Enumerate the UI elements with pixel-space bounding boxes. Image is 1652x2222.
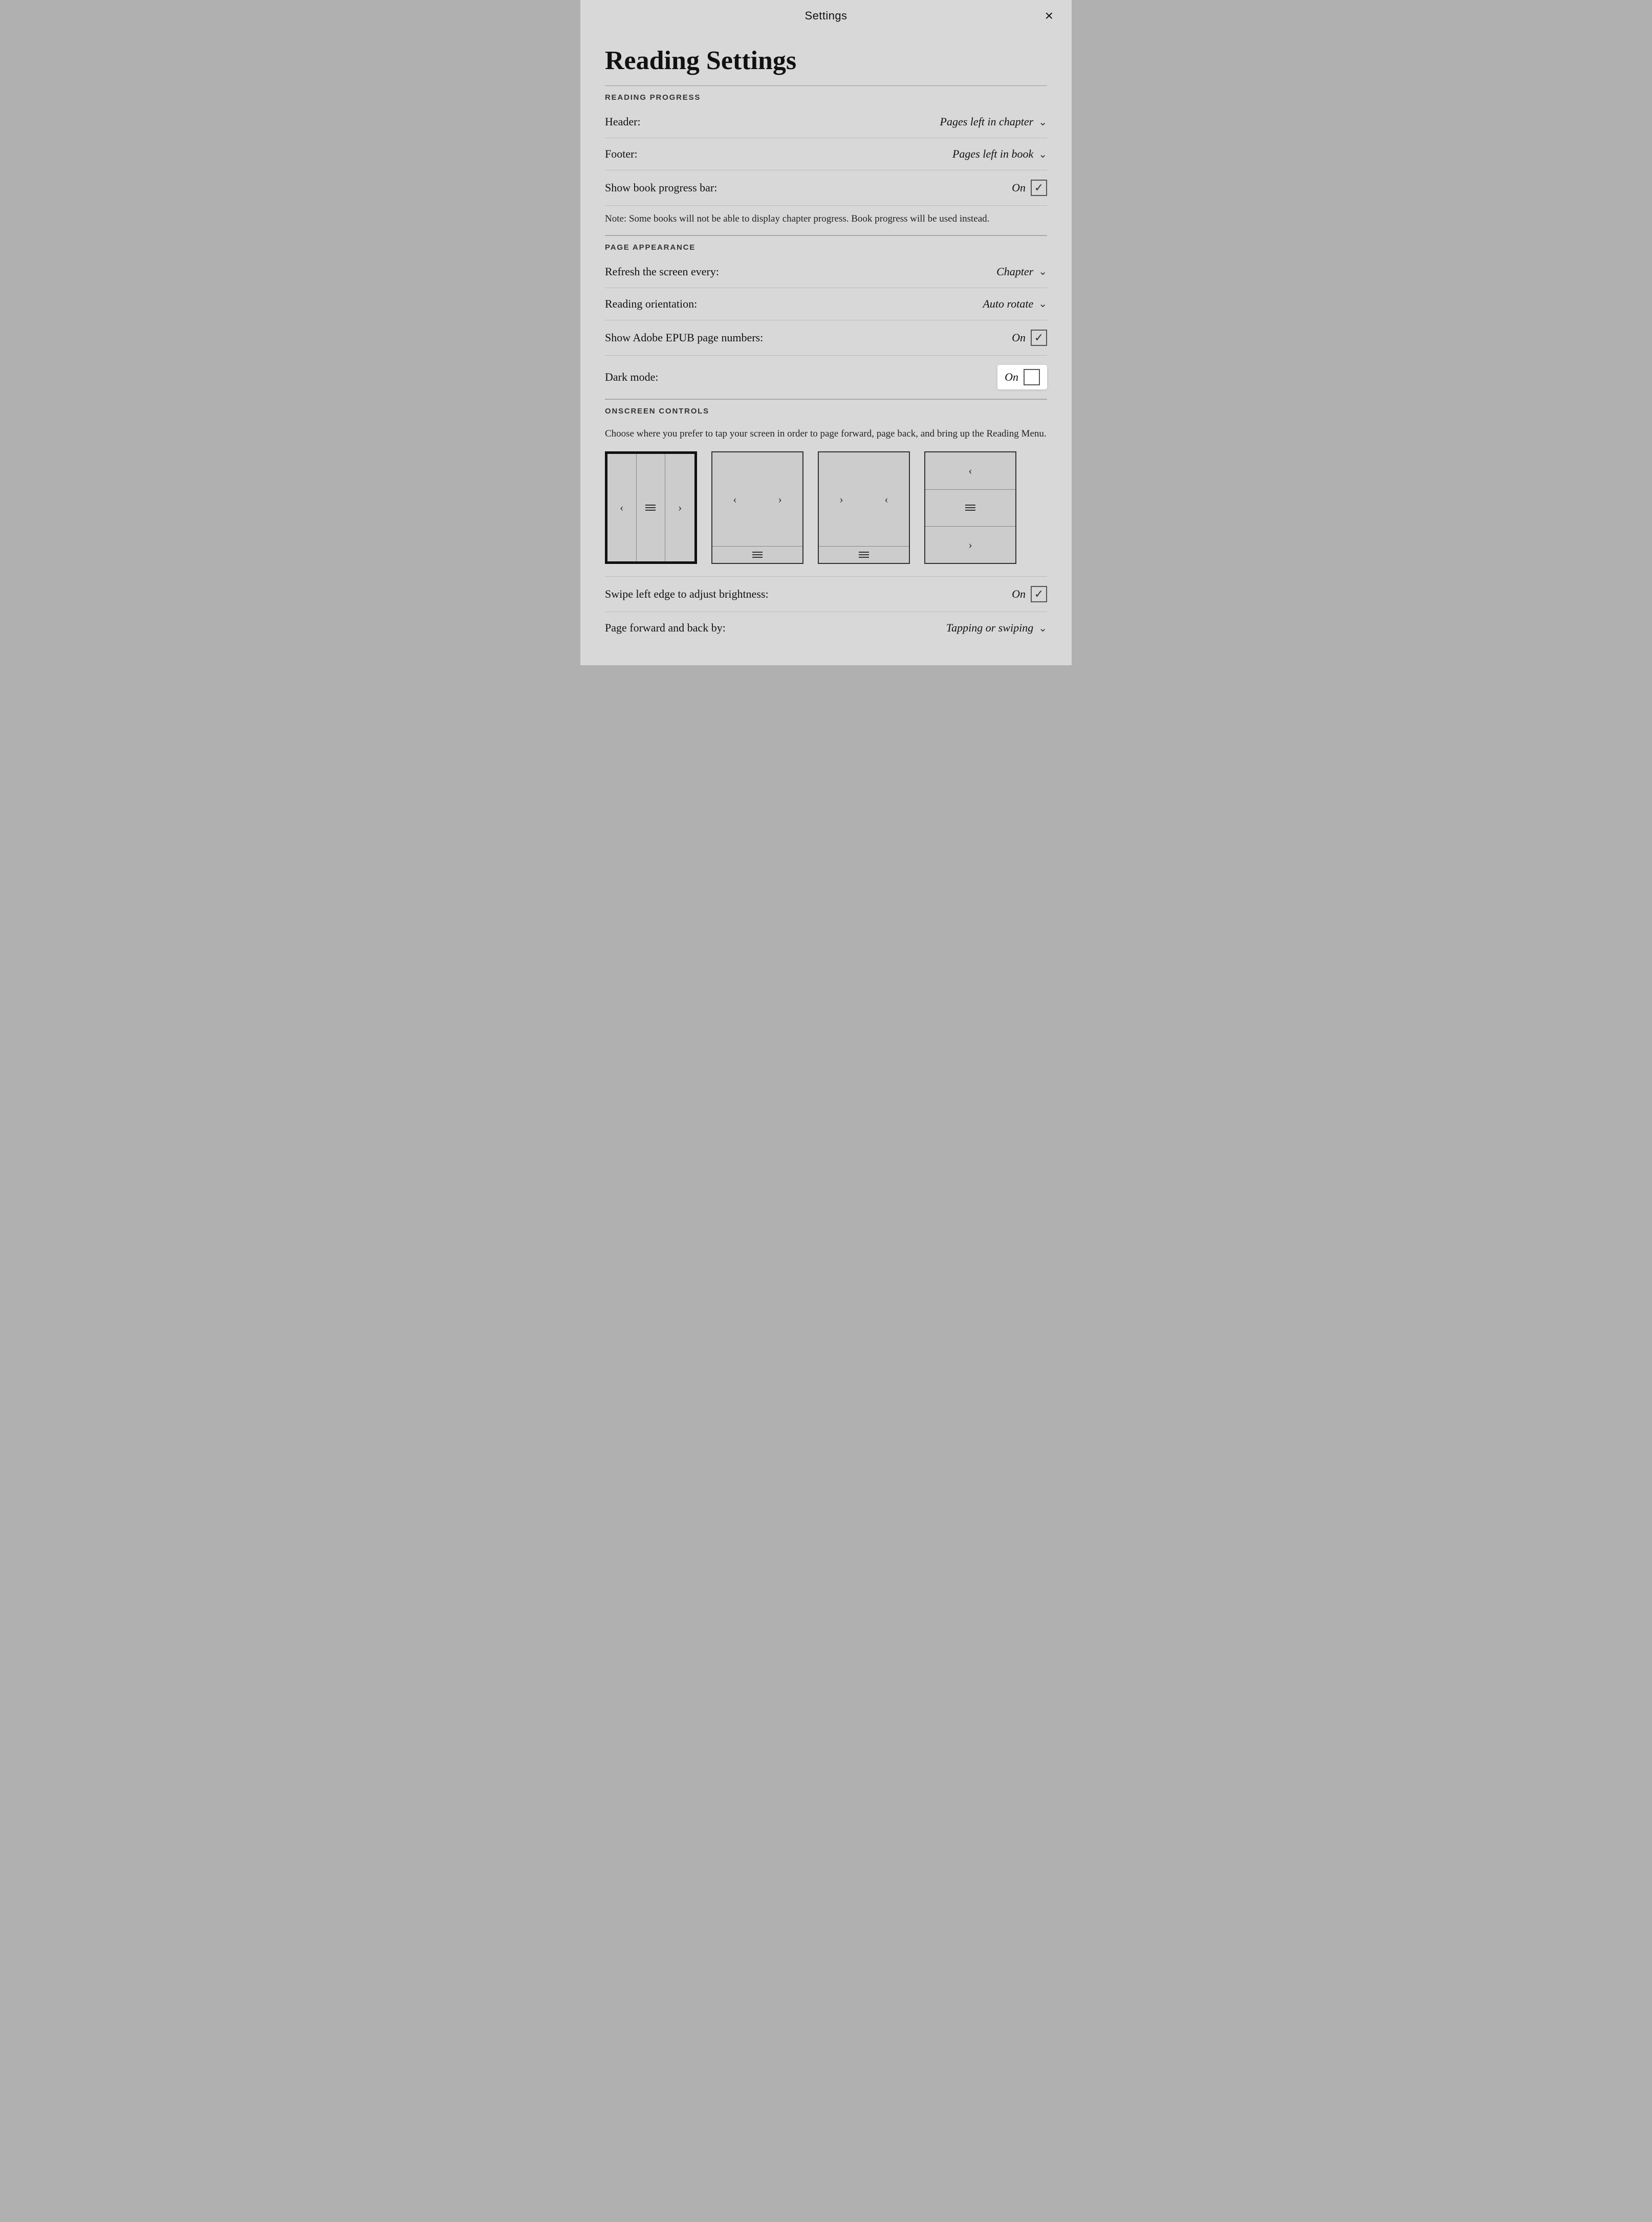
- lo3-bottom: [819, 546, 909, 563]
- layout-option-1[interactable]: ‹ ›: [605, 451, 697, 564]
- section-label-reading-progress: READING PROGRESS: [605, 86, 1047, 106]
- swipe-brightness-label: Swipe left edge to adjust brightness:: [605, 587, 769, 601]
- swipe-brightness-value: On: [1012, 587, 1026, 601]
- page-forward-value-dropdown[interactable]: Tapping or swiping ⌄: [946, 621, 1047, 635]
- page-forward-value-text: Tapping or swiping: [946, 621, 1033, 635]
- lo2-top: ‹ ›: [712, 452, 802, 546]
- orientation-label: Reading orientation:: [605, 297, 697, 311]
- lo4-forward-row: ›: [925, 527, 1015, 563]
- section-label-onscreen-controls: ONSCREEN CONTROLS: [605, 400, 1047, 420]
- show-progress-bar-value: On: [1012, 181, 1026, 194]
- lo3-forward-icon: ›: [839, 493, 843, 506]
- dark-mode-row: Dark mode: On: [605, 356, 1047, 399]
- page-title: Reading Settings: [605, 46, 1047, 75]
- header-value-dropdown[interactable]: Pages left in chapter ⌄: [940, 115, 1047, 128]
- lo2-bottom: [712, 546, 802, 563]
- adobe-epub-row: Show Adobe EPUB page numbers: On: [605, 320, 1047, 356]
- lo1-back-col: ‹: [607, 454, 637, 561]
- header-value-text: Pages left in chapter: [940, 115, 1034, 128]
- swipe-brightness-row: Swipe left edge to adjust brightness: On: [605, 577, 1047, 612]
- adobe-epub-label: Show Adobe EPUB page numbers:: [605, 331, 763, 344]
- refresh-value-dropdown[interactable]: Chapter ⌄: [996, 265, 1047, 278]
- show-progress-bar-checkbox[interactable]: [1031, 180, 1047, 196]
- section-label-page-appearance: PAGE APPEARANCE: [605, 236, 1047, 256]
- lo2-back-icon: ‹: [733, 493, 736, 506]
- show-progress-bar-control[interactable]: On: [1012, 180, 1047, 196]
- swipe-brightness-checkbox[interactable]: [1031, 586, 1047, 602]
- refresh-value-text: Chapter: [996, 265, 1033, 278]
- close-button[interactable]: ×: [1045, 9, 1053, 23]
- page-forward-label: Page forward and back by:: [605, 621, 726, 635]
- refresh-label: Refresh the screen every:: [605, 265, 719, 278]
- modal-header: Settings ×: [580, 0, 1072, 32]
- lo3-back-icon: ‹: [884, 493, 888, 506]
- orientation-chevron-icon: ⌄: [1038, 297, 1047, 310]
- progress-note: Note: Some books will not be able to dis…: [605, 206, 1047, 235]
- menu-icon-4: [965, 505, 975, 511]
- adobe-epub-value: On: [1012, 331, 1026, 344]
- lo1-forward-col: ›: [665, 454, 694, 561]
- dark-mode-value: On: [1005, 371, 1018, 384]
- menu-icon-3: [859, 552, 869, 558]
- orientation-value-dropdown[interactable]: Auto rotate ⌄: [983, 297, 1047, 311]
- settings-modal: Settings × Reading Settings READING PROG…: [580, 0, 1072, 665]
- lo2-forward-icon: ›: [778, 493, 781, 506]
- dark-mode-label: Dark mode:: [605, 371, 658, 384]
- page-forward-chevron-icon: ⌄: [1038, 622, 1047, 635]
- modal-title: Settings: [805, 9, 847, 23]
- header-chevron-icon: ⌄: [1038, 116, 1047, 128]
- header-setting-row: Header: Pages left in chapter ⌄: [605, 106, 1047, 138]
- layout-option-4[interactable]: ‹ ›: [924, 451, 1016, 564]
- show-progress-bar-label: Show book progress bar:: [605, 181, 717, 194]
- menu-icon-2: [752, 552, 763, 558]
- lo4-back-row: ‹: [925, 452, 1015, 489]
- swipe-brightness-control[interactable]: On: [1012, 586, 1047, 602]
- settings-content: Reading Settings READING PROGRESS Header…: [580, 32, 1072, 664]
- layout-option-3[interactable]: › ‹: [818, 451, 910, 564]
- layout-options-container: ‹ › ‹ ›: [605, 451, 1047, 577]
- show-progress-bar-row: Show book progress bar: On: [605, 170, 1047, 206]
- adobe-epub-checkbox[interactable]: [1031, 330, 1047, 346]
- footer-setting-row: Footer: Pages left in book ⌄: [605, 138, 1047, 170]
- footer-value-text: Pages left in book: [952, 147, 1033, 161]
- menu-icon-1: [645, 505, 656, 511]
- header-label: Header:: [605, 115, 641, 128]
- page-forward-row: Page forward and back by: Tapping or swi…: [605, 612, 1047, 644]
- lo1-menu-col: [637, 454, 666, 561]
- refresh-setting-row: Refresh the screen every: Chapter ⌄: [605, 256, 1047, 288]
- lo4-menu-row: [925, 490, 1015, 527]
- orientation-value-text: Auto rotate: [983, 297, 1033, 311]
- lo3-top: › ‹: [819, 452, 909, 546]
- orientation-setting-row: Reading orientation: Auto rotate ⌄: [605, 288, 1047, 320]
- footer-label: Footer:: [605, 147, 638, 161]
- adobe-epub-control[interactable]: On: [1012, 330, 1047, 346]
- footer-chevron-icon: ⌄: [1038, 148, 1047, 161]
- dark-mode-control[interactable]: On: [997, 365, 1047, 389]
- dark-mode-checkbox[interactable]: [1024, 369, 1040, 385]
- footer-value-dropdown[interactable]: Pages left in book ⌄: [952, 147, 1047, 161]
- onscreen-description: Choose where you prefer to tap your scre…: [605, 420, 1047, 452]
- refresh-chevron-icon: ⌄: [1038, 265, 1047, 278]
- layout-option-2[interactable]: ‹ ›: [711, 451, 803, 564]
